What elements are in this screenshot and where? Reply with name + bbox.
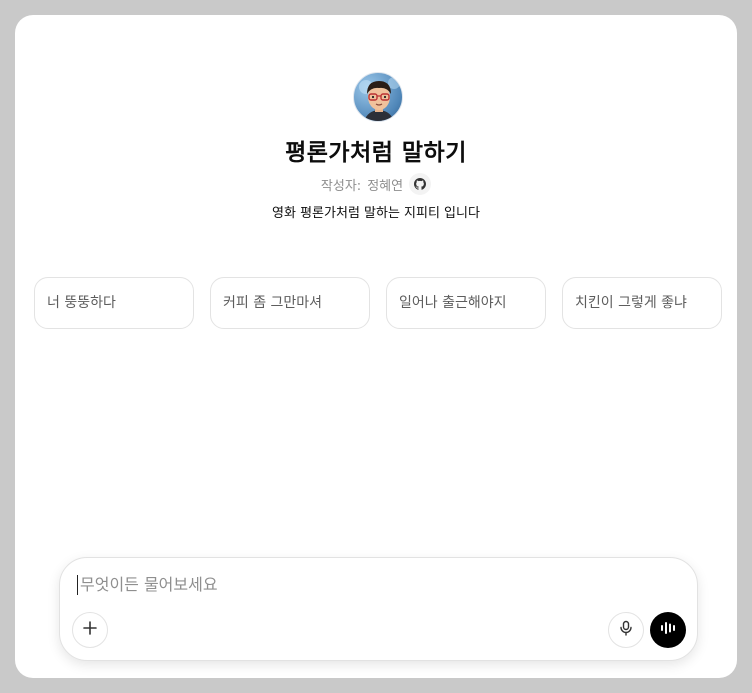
starter-button[interactable]: 너 뚱뚱하다 [34,277,194,329]
author-name[interactable]: 정혜연 [367,175,403,194]
gpt-description: 영화 평론가처럼 말하는 지피티 입니다 [272,206,480,221]
author-prefix: 작성자: [320,178,362,194]
github-icon[interactable] [409,173,432,195]
plus-icon [82,620,98,640]
gpt-avatar [353,72,403,122]
starter-button[interactable]: 치킨이 그렇게 좋냐 [562,277,722,329]
prompt-input[interactable]: 무엇이든 물어보세요 [77,575,677,595]
starter-button[interactable]: 일어나 출근해야지 [386,277,546,329]
dictate-button[interactable] [608,612,644,648]
starter-button[interactable]: 커피 좀 그만마셔 [210,277,370,329]
message-composer: 무엇이든 물어보세요 [59,557,698,661]
attach-button[interactable] [72,612,108,648]
voice-mode-icon [659,619,677,641]
gpt-window: 평론가처럼 말하기 작성자: 정혜연 영화 평론가처럼 말하는 지피티 입니다 … [15,15,737,678]
gpt-title: 평론가처럼 말하기 [285,140,467,166]
conversation-starters: 너 뚱뚱하다 커피 좀 그만마셔 일어나 출근해야지 치킨이 그렇게 좋냐 [34,277,722,329]
voice-mode-button[interactable] [650,612,686,648]
microphone-icon [618,620,634,640]
author-line: 작성자: 정혜연 [15,173,737,195]
